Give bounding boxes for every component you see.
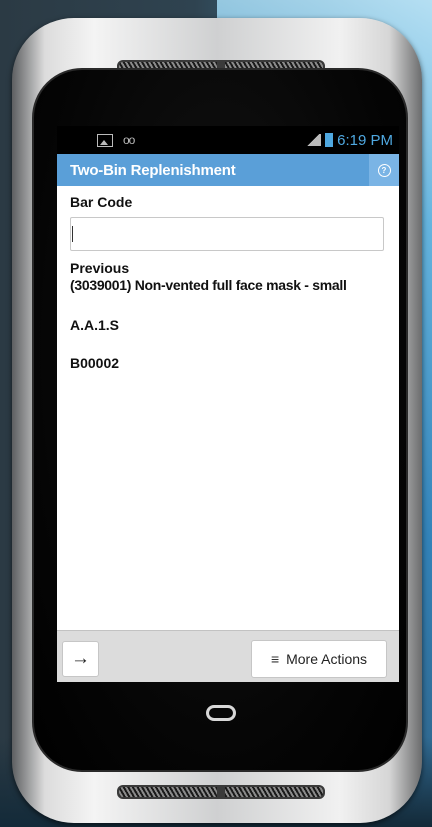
- help-button[interactable]: ?: [369, 154, 399, 186]
- signal-icon: [305, 134, 322, 146]
- arrow-right-icon: →: [71, 648, 90, 669]
- app-bar: Two-Bin Replenishment ?: [57, 154, 399, 186]
- bottom-action-bar: → ≡ More Actions: [57, 630, 399, 682]
- status-time: 6:19 PM: [337, 131, 393, 149]
- image-icon: [97, 133, 113, 147]
- home-button[interactable]: [206, 705, 236, 721]
- app-title: Two-Bin Replenishment: [70, 161, 236, 179]
- barcode-label: Bar Code: [70, 194, 133, 210]
- battery-icon: [325, 133, 334, 147]
- speaker-grille-bottom: [117, 785, 325, 799]
- more-actions-label: More Actions: [286, 651, 368, 667]
- previous-label: Previous: [70, 260, 130, 276]
- voicemail-icon: oo: [123, 133, 135, 147]
- barcode-input[interactable]: [70, 217, 384, 251]
- go-button[interactable]: →: [62, 641, 99, 677]
- bin-code: B00002: [70, 355, 120, 371]
- device-screen: oo 6:19 PM Two-Bin Replenishment ? Bar C…: [57, 126, 399, 682]
- form-content: Bar Code Previous (3039001) Non-vented f…: [57, 186, 399, 371]
- help-icon: ?: [377, 163, 391, 177]
- more-actions-button[interactable]: ≡ More Actions: [251, 640, 387, 678]
- previous-item: (3039001) Non-vented full face mask - sm…: [70, 277, 347, 293]
- menu-icon: ≡: [270, 651, 280, 667]
- status-bar: oo 6:19 PM: [57, 126, 399, 154]
- location-code: A.A.1.S: [70, 317, 120, 333]
- text-caret: [72, 226, 73, 242]
